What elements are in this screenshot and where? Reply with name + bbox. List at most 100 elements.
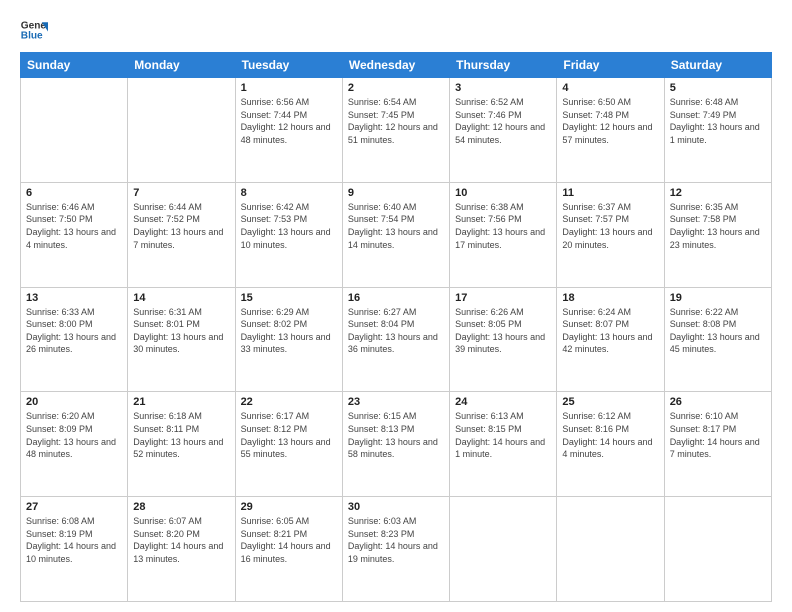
calendar-cell: 21 Sunrise: 6:18 AM Sunset: 8:11 PM Dayli… [128, 392, 235, 497]
calendar-cell: 23 Sunrise: 6:15 AM Sunset: 8:13 PM Dayli… [342, 392, 449, 497]
calendar-cell: 20 Sunrise: 6:20 AM Sunset: 8:09 PM Dayli… [21, 392, 128, 497]
day-info: Sunrise: 6:33 AM Sunset: 8:00 PM Dayligh… [26, 306, 122, 356]
day-number: 17 [455, 292, 551, 304]
day-number: 26 [670, 396, 766, 408]
calendar-cell [557, 497, 664, 602]
day-info: Sunrise: 6:20 AM Sunset: 8:09 PM Dayligh… [26, 410, 122, 460]
calendar-cell: 8 Sunrise: 6:42 AM Sunset: 7:53 PM Daylig… [235, 182, 342, 287]
day-info: Sunrise: 6:42 AM Sunset: 7:53 PM Dayligh… [241, 201, 337, 251]
day-info: Sunrise: 6:24 AM Sunset: 8:07 PM Dayligh… [562, 306, 658, 356]
calendar-cell: 13 Sunrise: 6:33 AM Sunset: 8:00 PM Dayli… [21, 287, 128, 392]
day-number: 3 [455, 82, 551, 94]
calendar-cell: 14 Sunrise: 6:31 AM Sunset: 8:01 PM Dayli… [128, 287, 235, 392]
day-number: 28 [133, 501, 229, 513]
day-info: Sunrise: 6:54 AM Sunset: 7:45 PM Dayligh… [348, 96, 444, 146]
logo: General Blue [20, 16, 48, 44]
calendar-cell: 26 Sunrise: 6:10 AM Sunset: 8:17 PM Dayli… [664, 392, 771, 497]
day-info: Sunrise: 6:03 AM Sunset: 8:23 PM Dayligh… [348, 515, 444, 565]
day-info: Sunrise: 6:44 AM Sunset: 7:52 PM Dayligh… [133, 201, 229, 251]
day-info: Sunrise: 6:27 AM Sunset: 8:04 PM Dayligh… [348, 306, 444, 356]
day-info: Sunrise: 6:40 AM Sunset: 7:54 PM Dayligh… [348, 201, 444, 251]
day-info: Sunrise: 6:26 AM Sunset: 8:05 PM Dayligh… [455, 306, 551, 356]
day-info: Sunrise: 6:15 AM Sunset: 8:13 PM Dayligh… [348, 410, 444, 460]
calendar-cell: 17 Sunrise: 6:26 AM Sunset: 8:05 PM Dayli… [450, 287, 557, 392]
calendar-cell: 5Sunrise: 6:48 AM Sunset: 7:49 PM Daylig… [664, 78, 771, 183]
day-info: Sunrise: 6:38 AM Sunset: 7:56 PM Dayligh… [455, 201, 551, 251]
calendar-cell: 15 Sunrise: 6:29 AM Sunset: 8:02 PM Dayli… [235, 287, 342, 392]
calendar-cell: 28 Sunrise: 6:07 AM Sunset: 8:20 PM Dayli… [128, 497, 235, 602]
day-info: Sunrise: 6:10 AM Sunset: 8:17 PM Dayligh… [670, 410, 766, 460]
calendar-cell: 19 Sunrise: 6:22 AM Sunset: 8:08 PM Dayli… [664, 287, 771, 392]
day-info: Sunrise: 6:13 AM Sunset: 8:15 PM Dayligh… [455, 410, 551, 460]
day-info: Sunrise: 6:07 AM Sunset: 8:20 PM Dayligh… [133, 515, 229, 565]
day-number: 2 [348, 82, 444, 94]
day-number: 27 [26, 501, 122, 513]
day-number: 18 [562, 292, 658, 304]
calendar-cell: 18 Sunrise: 6:24 AM Sunset: 8:07 PM Dayli… [557, 287, 664, 392]
day-info: Sunrise: 6:35 AM Sunset: 7:58 PM Dayligh… [670, 201, 766, 251]
calendar-table: SundayMondayTuesdayWednesdayThursdayFrid… [20, 52, 772, 602]
day-number: 10 [455, 187, 551, 199]
day-number: 12 [670, 187, 766, 199]
weekday-header-sunday: Sunday [21, 53, 128, 78]
weekday-header-saturday: Saturday [664, 53, 771, 78]
day-number: 5 [670, 82, 766, 94]
calendar-cell: 25Sunrise: 6:12 AM Sunset: 8:16 PM Dayli… [557, 392, 664, 497]
calendar-cell: 9 Sunrise: 6:40 AM Sunset: 7:54 PM Daylig… [342, 182, 449, 287]
calendar-cell: 3 Sunrise: 6:52 AM Sunset: 7:46 PM Daylig… [450, 78, 557, 183]
day-info: Sunrise: 6:22 AM Sunset: 8:08 PM Dayligh… [670, 306, 766, 356]
calendar-cell [128, 78, 235, 183]
header: General Blue [20, 16, 772, 44]
calendar-cell: 6 Sunrise: 6:46 AM Sunset: 7:50 PM Daylig… [21, 182, 128, 287]
calendar-cell: 2 Sunrise: 6:54 AM Sunset: 7:45 PM Daylig… [342, 78, 449, 183]
calendar-cell: 24 Sunrise: 6:13 AM Sunset: 8:15 PM Dayli… [450, 392, 557, 497]
day-number: 20 [26, 396, 122, 408]
day-number: 15 [241, 292, 337, 304]
day-info: Sunrise: 6:05 AM Sunset: 8:21 PM Dayligh… [241, 515, 337, 565]
day-info: Sunrise: 6:29 AM Sunset: 8:02 PM Dayligh… [241, 306, 337, 356]
calendar-cell: 29 Sunrise: 6:05 AM Sunset: 8:21 PM Dayli… [235, 497, 342, 602]
day-number: 29 [241, 501, 337, 513]
weekday-header-friday: Friday [557, 53, 664, 78]
day-info: Sunrise: 6:50 AM Sunset: 7:48 PM Dayligh… [562, 96, 658, 146]
day-info: Sunrise: 6:52 AM Sunset: 7:46 PM Dayligh… [455, 96, 551, 146]
calendar-cell: 27 Sunrise: 6:08 AM Sunset: 8:19 PM Dayli… [21, 497, 128, 602]
day-number: 6 [26, 187, 122, 199]
day-number: 21 [133, 396, 229, 408]
calendar-cell: 10 Sunrise: 6:38 AM Sunset: 7:56 PM Dayli… [450, 182, 557, 287]
svg-text:Blue: Blue [21, 31, 43, 42]
day-number: 1 [241, 82, 337, 94]
calendar-cell [450, 497, 557, 602]
calendar-cell: 1 Sunrise: 6:56 AM Sunset: 7:44 PM Daylig… [235, 78, 342, 183]
day-info: Sunrise: 6:08 AM Sunset: 8:19 PM Dayligh… [26, 515, 122, 565]
day-info: Sunrise: 6:18 AM Sunset: 8:11 PM Dayligh… [133, 410, 229, 460]
calendar-cell: 30Sunrise: 6:03 AM Sunset: 8:23 PM Dayli… [342, 497, 449, 602]
day-info: Sunrise: 6:17 AM Sunset: 8:12 PM Dayligh… [241, 410, 337, 460]
calendar-cell: 7 Sunrise: 6:44 AM Sunset: 7:52 PM Daylig… [128, 182, 235, 287]
day-number: 9 [348, 187, 444, 199]
day-number: 7 [133, 187, 229, 199]
day-number: 4 [562, 82, 658, 94]
day-number: 19 [670, 292, 766, 304]
weekday-header-thursday: Thursday [450, 53, 557, 78]
day-number: 14 [133, 292, 229, 304]
day-info: Sunrise: 6:46 AM Sunset: 7:50 PM Dayligh… [26, 201, 122, 251]
calendar-cell: 16 Sunrise: 6:27 AM Sunset: 8:04 PM Dayli… [342, 287, 449, 392]
day-number: 23 [348, 396, 444, 408]
day-info: Sunrise: 6:37 AM Sunset: 7:57 PM Dayligh… [562, 201, 658, 251]
calendar-cell: 22 Sunrise: 6:17 AM Sunset: 8:12 PM Dayli… [235, 392, 342, 497]
weekday-header-wednesday: Wednesday [342, 53, 449, 78]
day-number: 24 [455, 396, 551, 408]
calendar-cell: 4 Sunrise: 6:50 AM Sunset: 7:48 PM Daylig… [557, 78, 664, 183]
calendar-cell [21, 78, 128, 183]
day-number: 11 [562, 187, 658, 199]
day-info: Sunrise: 6:56 AM Sunset: 7:44 PM Dayligh… [241, 96, 337, 146]
day-info: Sunrise: 6:31 AM Sunset: 8:01 PM Dayligh… [133, 306, 229, 356]
weekday-header-tuesday: Tuesday [235, 53, 342, 78]
calendar-cell: 12 Sunrise: 6:35 AM Sunset: 7:58 PM Dayli… [664, 182, 771, 287]
day-number: 16 [348, 292, 444, 304]
day-number: 13 [26, 292, 122, 304]
calendar-cell [664, 497, 771, 602]
day-number: 22 [241, 396, 337, 408]
day-number: 8 [241, 187, 337, 199]
